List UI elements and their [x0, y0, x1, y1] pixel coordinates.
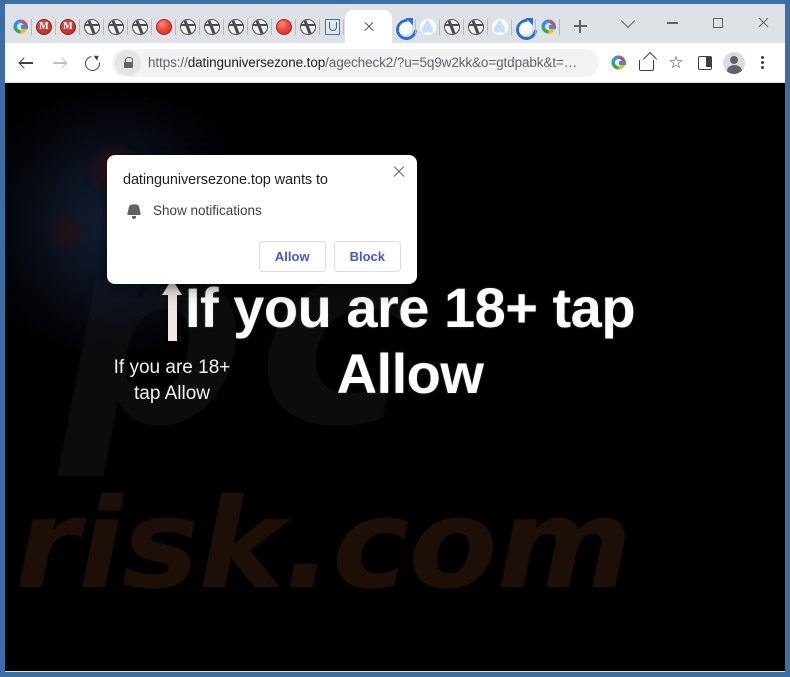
red-m-favicon-icon: M: [60, 18, 76, 35]
browser-window: M M https://datinguniversezone.top/agech…: [0, 0, 790, 677]
tab-item[interactable]: [416, 10, 440, 43]
page-sub-callout: If you are 18+ tap Allow: [113, 357, 231, 404]
close-window-button[interactable]: [740, 4, 785, 42]
page-viewport: pc risk.com If you are 18+ tap Allow If …: [5, 83, 785, 671]
red-ball-favicon-icon: [276, 18, 292, 35]
tab-item[interactable]: [80, 10, 104, 43]
page-headline: If you are 18+ tap Allow: [184, 276, 636, 406]
watermark-risk-text: risk.com: [15, 473, 632, 617]
globe-favicon-icon: [444, 18, 460, 35]
chrome-menu-button[interactable]: [749, 49, 777, 77]
window-controls: [605, 4, 785, 42]
tab-item[interactable]: M: [56, 10, 80, 43]
google-icon: [610, 55, 626, 70]
chrome-favicon-icon: [396, 18, 412, 35]
tab-item[interactable]: [8, 10, 32, 43]
new-tab-button[interactable]: [566, 12, 594, 40]
allow-button[interactable]: Allow: [258, 240, 326, 272]
tab-strip: M M: [5, 4, 785, 43]
chrome-favicon-icon: [516, 18, 532, 35]
globe-favicon-icon: [204, 18, 220, 35]
minimize-button[interactable]: [650, 4, 695, 42]
tab-item[interactable]: [488, 10, 512, 43]
shield-favicon-icon: [324, 18, 340, 35]
site-security-button[interactable]: [115, 49, 141, 76]
bell-icon: [127, 203, 141, 219]
reload-icon: [84, 55, 100, 71]
maximize-icon: [712, 18, 723, 28]
maximize-button[interactable]: [695, 4, 740, 42]
dialog-title: datinguniversezone.top wants to: [123, 172, 328, 188]
google-favicon-icon: [540, 19, 556, 34]
forward-arrow-icon: [52, 55, 67, 70]
back-button[interactable]: [11, 48, 41, 78]
browser-toolbar: https://datinguniversezone.top/agecheck2…: [5, 43, 785, 83]
light-flame-favicon-icon: [492, 18, 508, 35]
three-dot-menu-icon: [761, 55, 765, 71]
globe-favicon-icon: [108, 18, 124, 35]
background-glow-red: [45, 213, 89, 253]
url-host: datinguniversezone.top: [187, 55, 326, 70]
url-path: /agecheck2/?u=5q9w2kk&o=gtdpabk&t=…: [325, 55, 578, 70]
tab-item[interactable]: [296, 10, 320, 43]
tab-item[interactable]: [272, 10, 296, 43]
google-lens-button[interactable]: [604, 49, 632, 77]
url-scheme: https://: [148, 55, 188, 70]
google-favicon-icon: [12, 19, 28, 34]
dialog-permission-label: Show notifications: [153, 203, 262, 219]
close-icon: [757, 17, 769, 29]
back-arrow-icon: [19, 55, 34, 70]
tab-item[interactable]: [464, 10, 488, 43]
globe-favicon-icon: [300, 18, 316, 35]
globe-favicon-icon: [252, 18, 268, 35]
light-flame-favicon-icon: [420, 18, 436, 35]
profile-button[interactable]: [720, 49, 748, 77]
share-button[interactable]: [633, 49, 661, 77]
tab-item[interactable]: [128, 10, 152, 43]
star-icon: ☆: [668, 53, 684, 72]
reload-button[interactable]: [77, 48, 107, 78]
dialog-close-icon[interactable]: [390, 163, 408, 181]
tab-item[interactable]: [248, 10, 272, 43]
globe-favicon-icon: [228, 18, 244, 35]
chevron-down-icon: [620, 13, 635, 29]
tab-item[interactable]: [440, 10, 464, 43]
dialog-permission-row: Show notifications: [123, 203, 401, 219]
notification-permission-dialog: datinguniversezone.top wants to Show not…: [107, 155, 417, 284]
share-icon: [639, 55, 655, 71]
tab-item[interactable]: [320, 10, 344, 43]
red-m-favicon-icon: M: [36, 18, 52, 35]
tab-item[interactable]: [512, 10, 536, 43]
tab-item[interactable]: [224, 10, 248, 43]
lock-icon: [123, 57, 133, 68]
tab-item[interactable]: [104, 10, 128, 43]
dialog-actions: Allow Block: [123, 240, 401, 272]
forward-button[interactable]: [44, 48, 74, 78]
tab-item[interactable]: [152, 10, 176, 43]
tab-item[interactable]: M: [32, 10, 56, 43]
side-panel-button[interactable]: [691, 49, 719, 77]
address-bar[interactable]: https://datinguniversezone.top/agecheck2…: [112, 48, 599, 77]
tab-item[interactable]: [176, 10, 200, 43]
avatar-icon: [723, 51, 745, 74]
tab-item[interactable]: [392, 10, 416, 43]
globe-favicon-icon: [468, 18, 484, 35]
tab-item[interactable]: [536, 10, 560, 43]
bookmark-button[interactable]: ☆: [662, 49, 690, 77]
tab-item[interactable]: [200, 10, 224, 43]
close-tab-icon[interactable]: [361, 19, 377, 35]
globe-favicon-icon: [84, 18, 100, 35]
minimize-icon: [667, 22, 678, 24]
tab-search-button[interactable]: [605, 4, 650, 42]
url-text: https://datinguniversezone.top/agecheck2…: [141, 55, 577, 70]
window-inner: M M https://datinguniversezone.top/agech…: [5, 4, 785, 672]
block-button[interactable]: Block: [333, 240, 401, 272]
globe-favicon-icon: [132, 18, 148, 35]
red-ball-favicon-icon: [156, 18, 172, 35]
active-tab[interactable]: [345, 10, 392, 43]
side-panel-icon: [698, 55, 712, 70]
globe-favicon-icon: [180, 18, 196, 35]
